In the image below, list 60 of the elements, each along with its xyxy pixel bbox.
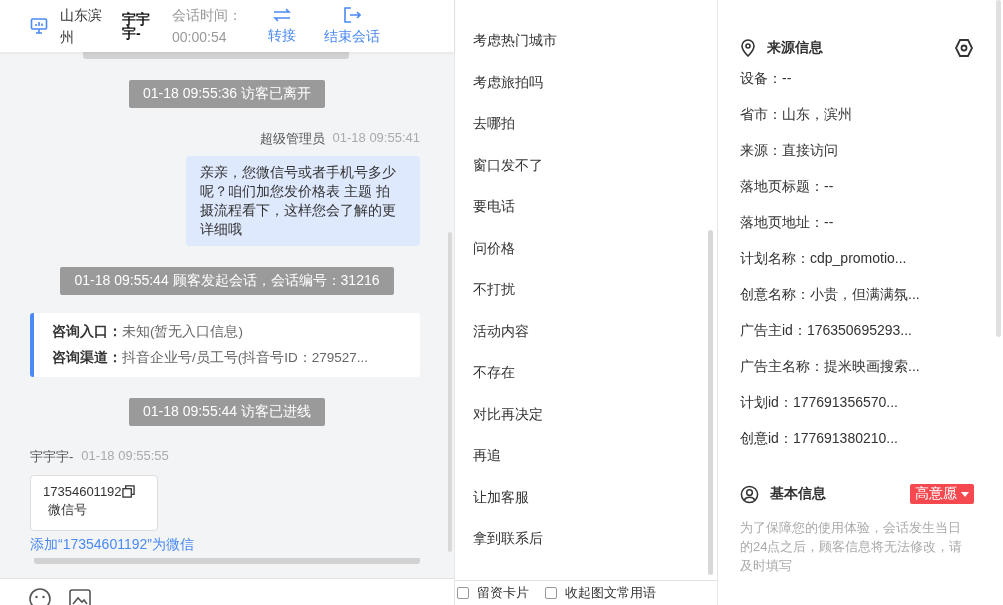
source-info-row-text: 计划名称：cdp_promotio...	[740, 249, 907, 268]
visitor-name: 宇宇宇-	[122, 12, 151, 40]
quick-phrase[interactable]: 活动内容	[473, 320, 529, 341]
caret-icon	[961, 491, 969, 497]
session-time-label: 会话时间：	[172, 6, 243, 25]
section-title: 基本信息	[770, 485, 826, 503]
quick-phrase[interactable]: 问价格	[473, 237, 515, 258]
quick-phrase[interactable]: 考虑热门城市	[473, 30, 557, 51]
swap-arrows-icon	[272, 7, 292, 23]
system-message: 01-18 09:55:44 顾客发起会话，会话编号：31216	[60, 267, 394, 295]
info-row-text: 咨询入口：未知(暂无入口信息)	[52, 323, 244, 341]
session-time: 00:00:54	[172, 28, 228, 47]
source-info-row-text: 创意id：177691380210...	[740, 429, 898, 448]
settings-icon[interactable]	[954, 38, 974, 58]
quick-phrase[interactable]: 考虑旅拍吗	[473, 71, 543, 92]
quick-phrase[interactable]: 不打扰	[473, 279, 515, 300]
source-info-row-text: 广告主id：176350695293...	[740, 321, 912, 340]
contact-number: 17354601192	[43, 484, 122, 499]
location-pin-icon	[740, 39, 756, 57]
intent-dropdown[interactable]: 高意愿	[910, 484, 974, 504]
sender-name: 超级管理员	[259, 130, 325, 148]
source-info-row-text: 广告主名称：提米映画搜索...	[740, 357, 920, 376]
info-row-text: 咨询渠道：抖音企业号/员工号(抖音号ID：279527...	[52, 349, 370, 367]
source-info-row-text: 设备：--	[740, 69, 792, 88]
system-message: 01-18 09:55:36 访客已离开	[128, 80, 326, 108]
section-title: 来源信息	[767, 39, 823, 57]
quick-phrase[interactable]: 拿到联系后	[473, 528, 543, 549]
copy-icon[interactable]	[121, 485, 135, 498]
logout-icon	[343, 6, 361, 24]
sender-name: 宇宇宇-	[30, 448, 74, 466]
monitor-icon	[30, 17, 48, 35]
contact-type: 微信号	[47, 501, 88, 519]
end-session-button[interactable]: 结束会话	[324, 6, 380, 46]
image-icon[interactable]	[68, 587, 92, 605]
checkbox-label[interactable]: 留资卡片	[477, 584, 529, 602]
transfer-button[interactable]: 转接	[268, 7, 296, 45]
checkbox[interactable]	[545, 587, 557, 599]
quick-phrase[interactable]: 要电话	[473, 196, 515, 217]
message-time: 01-18 09:55:41	[332, 130, 420, 147]
source-info-row-text: 来源：直接访问	[740, 141, 838, 160]
source-info-row-text: 落地页地址：--	[740, 213, 834, 232]
message-bubble: 亲亲，您微信号或者手机号多少呢？咱们加您发价格表 主题 拍摄流程看下，这样您会了解的更详细哦	[186, 156, 420, 246]
source-info-row-text: 落地页标题：--	[740, 177, 834, 196]
message-time: 01-18 09:55:55	[81, 448, 169, 465]
quick-phrase[interactable]: 让加客服	[473, 486, 529, 507]
user-icon	[740, 484, 759, 504]
checkbox[interactable]	[457, 587, 469, 599]
source-info-row-text: 省市：山东，滨州	[740, 105, 852, 124]
notice-text: 为了保障您的使用体验，会话发生当日的24点之后，顾客信息将无法修改，请及时填写	[740, 519, 964, 575]
source-info-row-text: 创意名称：小贵，但满满氛...	[740, 285, 920, 304]
system-message: 01-18 09:55:44 访客已进线	[128, 398, 326, 426]
quick-phrase[interactable]: 再追	[473, 445, 501, 466]
checkbox-label[interactable]: 收起图文常用语	[565, 584, 656, 602]
quick-phrase[interactable]: 对比再决定	[473, 403, 543, 424]
quick-phrase[interactable]: 去哪拍	[473, 113, 515, 134]
source-info-row-text: 计划id：177691356570...	[740, 393, 898, 412]
quick-phrase[interactable]: 窗口发不了	[473, 154, 543, 175]
visitor-location: 山东滨州	[60, 6, 103, 47]
quick-phrase[interactable]: 不存在	[473, 362, 515, 383]
emoji-icon[interactable]	[28, 587, 52, 605]
